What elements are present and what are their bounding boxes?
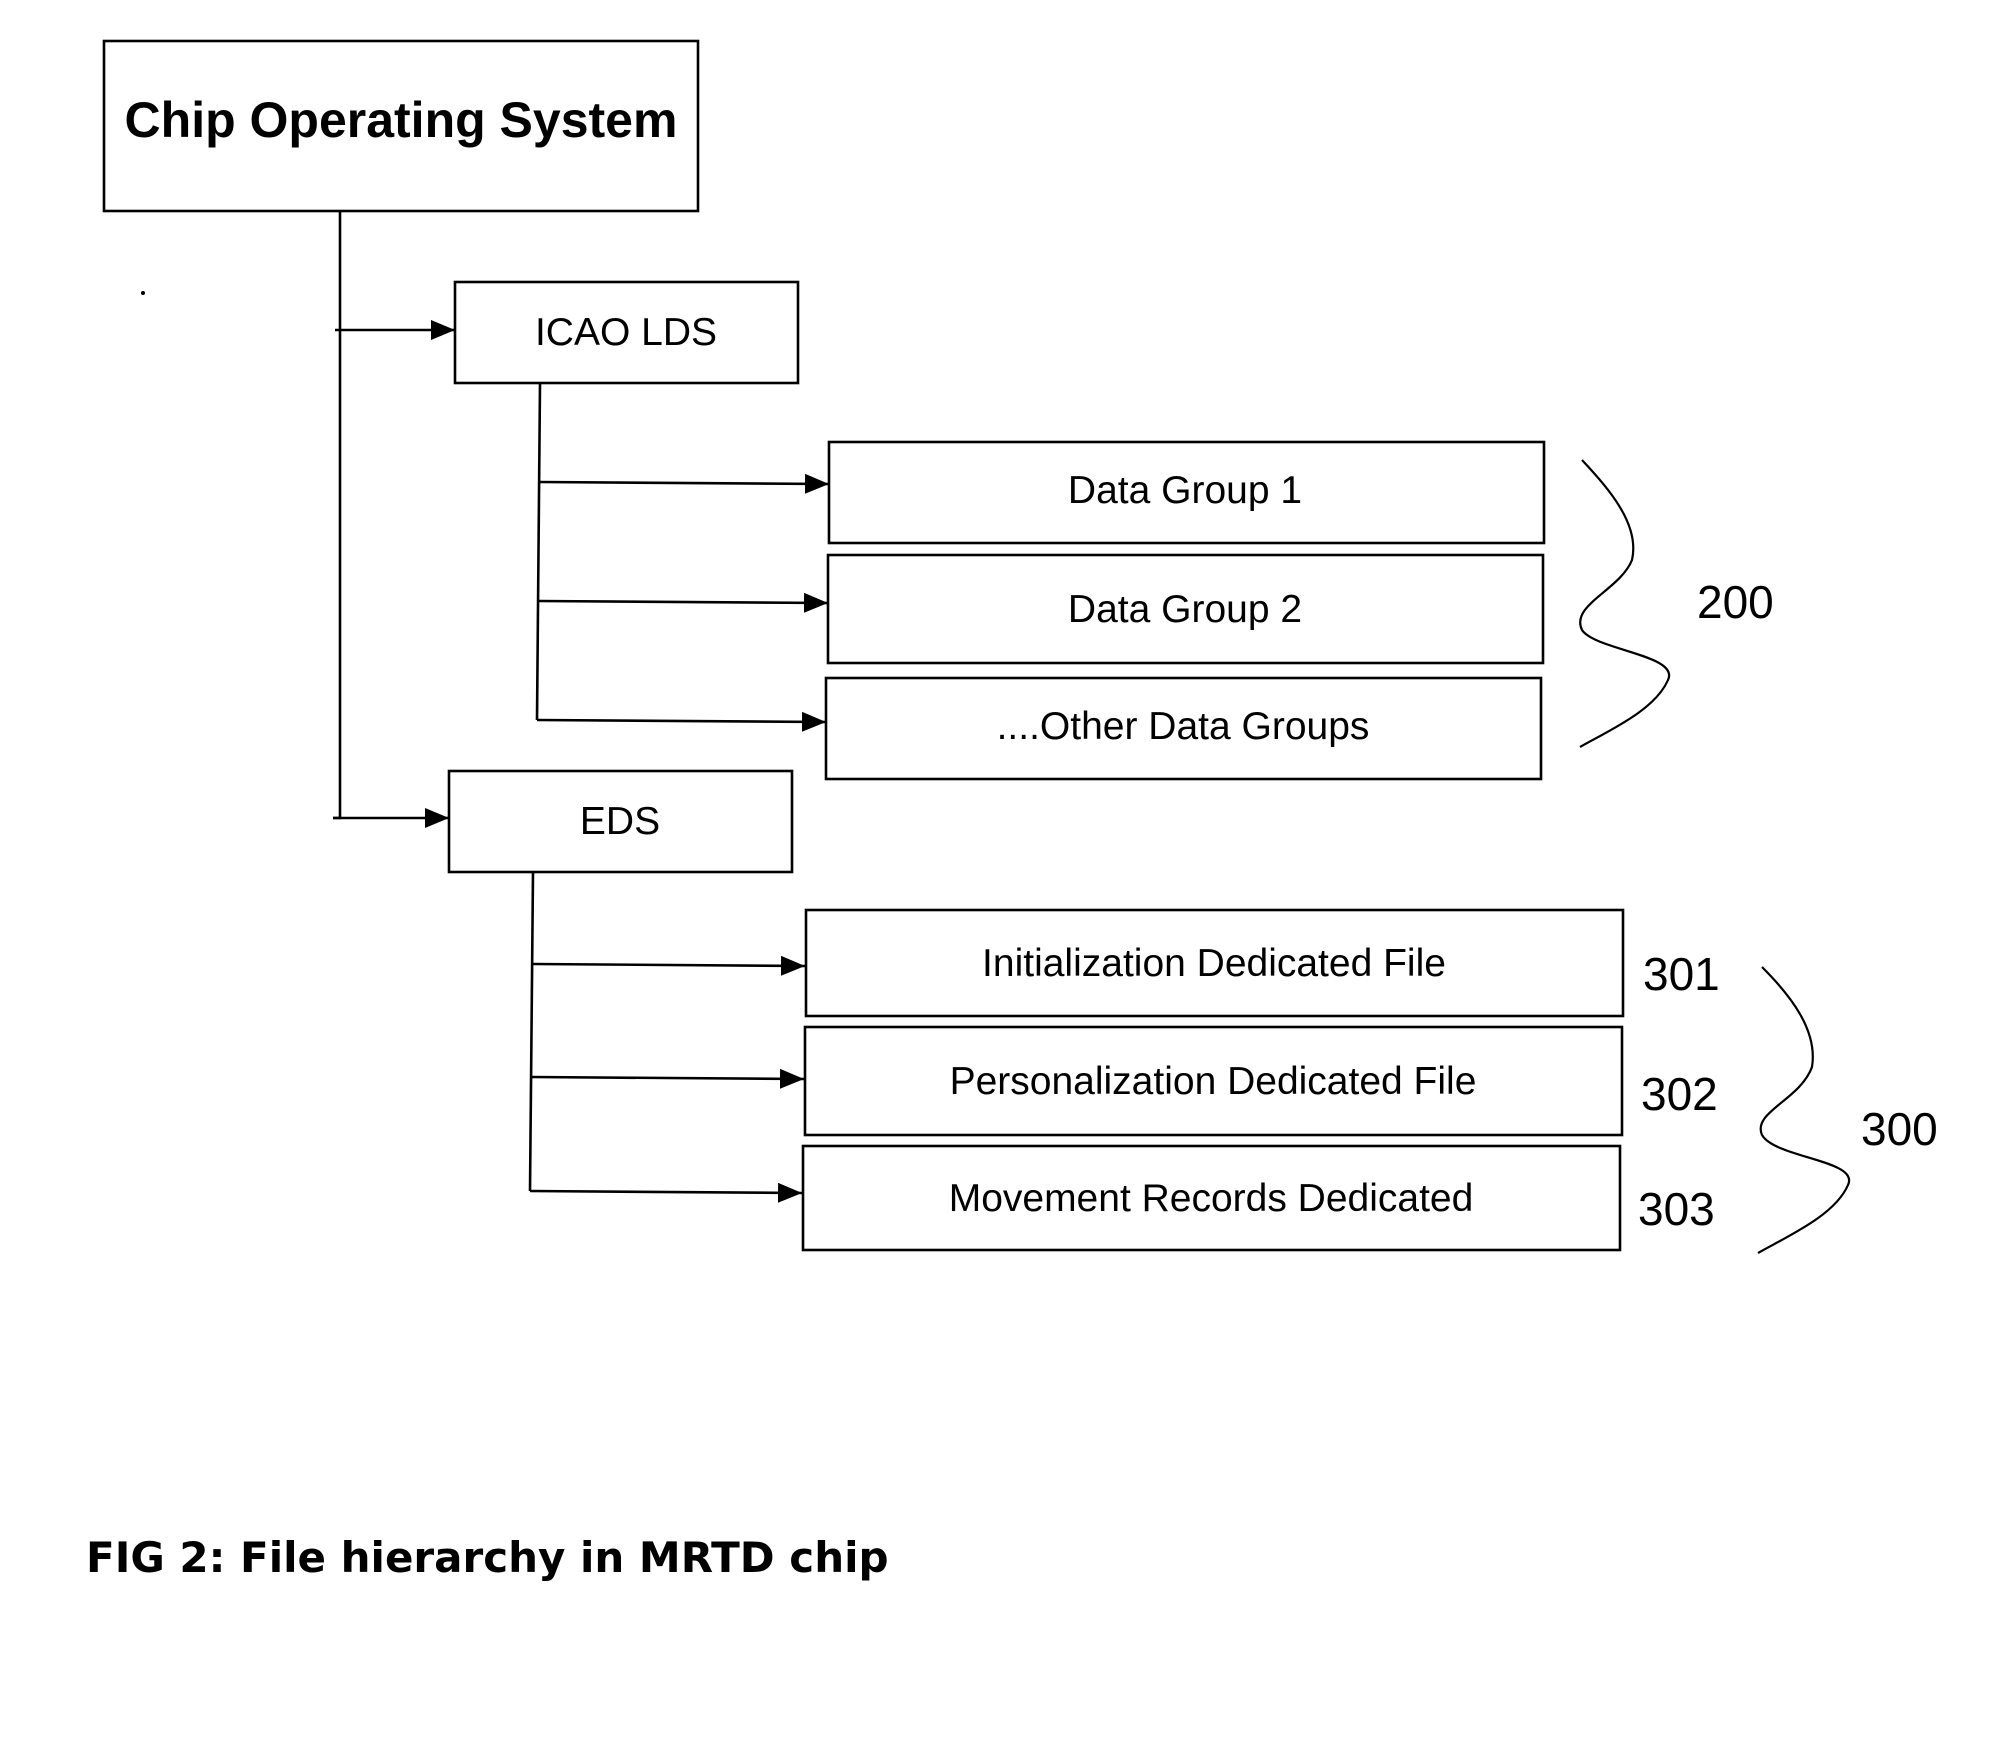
arrow-to-personalization-df xyxy=(530,1068,805,1089)
personalization-df-node: Personalization Dedicated File xyxy=(803,1025,1624,1137)
arrow-to-other-data-groups xyxy=(536,711,827,732)
icao-lds-label: ICAO LDS xyxy=(535,311,717,354)
stray-dot xyxy=(141,291,145,295)
icao-lds-connector xyxy=(535,382,542,721)
brace-300 xyxy=(1757,966,1851,1254)
ref-302: 302 xyxy=(1641,1068,1718,1120)
eds-connector xyxy=(528,871,535,1192)
data-group-2-label: Data Group 2 xyxy=(1068,588,1302,631)
arrow-to-data-group-2 xyxy=(538,592,829,613)
data-group-1-node: Data Group 1 xyxy=(827,440,1546,545)
figure-caption: FIG 2: File hierarchy in MRTD chip xyxy=(86,1533,889,1582)
root-connector xyxy=(333,211,342,820)
icao-lds-node: ICAO LDS xyxy=(453,280,800,385)
initialization-df-node: Initialization Dedicated File xyxy=(804,908,1625,1018)
ref-303: 303 xyxy=(1638,1183,1715,1235)
movement-records-node: Movement Records Dedicated xyxy=(801,1144,1622,1252)
brace-200 xyxy=(1579,459,1671,748)
data-group-1-label: Data Group 1 xyxy=(1068,469,1302,512)
ref-200: 200 xyxy=(1697,576,1774,628)
ref-301: 301 xyxy=(1643,948,1720,1000)
other-data-groups-label: ....Other Data Groups xyxy=(997,705,1370,748)
arrow-to-data-group-1 xyxy=(539,473,830,494)
data-group-2-node: Data Group 2 xyxy=(826,553,1545,665)
initialization-df-label: Initialization Dedicated File xyxy=(982,942,1446,985)
movement-records-label: Movement Records Dedicated xyxy=(949,1177,1474,1220)
eds-node: EDS xyxy=(447,769,794,874)
arrow-to-initialization-df xyxy=(532,955,806,976)
personalization-df-label: Personalization Dedicated File xyxy=(950,1060,1477,1103)
file-hierarchy-diagram: Chip Operating System ICAO LDS Data Grou… xyxy=(86,39,1938,1582)
other-data-groups-node: ....Other Data Groups xyxy=(824,676,1543,781)
arrow-to-movement-records xyxy=(529,1182,803,1203)
root-node: Chip Operating System xyxy=(102,39,700,213)
root-label: Chip Operating System xyxy=(125,92,678,148)
eds-label: EDS xyxy=(580,800,660,843)
ref-300: 300 xyxy=(1861,1103,1938,1155)
